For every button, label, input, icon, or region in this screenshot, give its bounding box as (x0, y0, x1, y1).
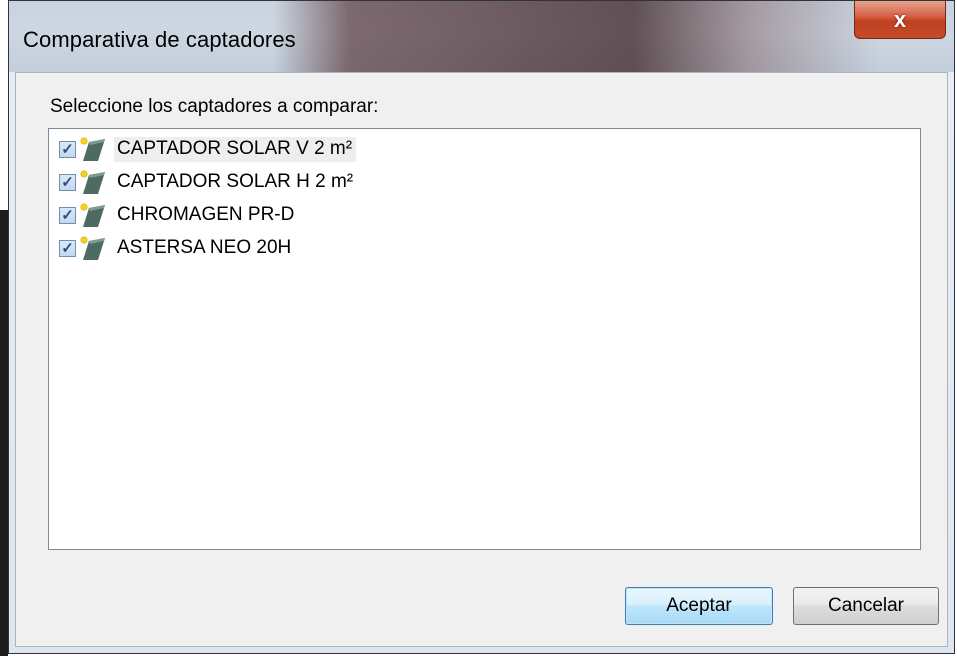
item-checkbox[interactable]: ✓ (59, 173, 76, 191)
item-label: ASTERSA NEO 20H (117, 236, 292, 258)
close-icon: x (893, 6, 907, 32)
list-item[interactable]: ✓ CHROMAGEN PR-D (59, 200, 919, 230)
window-title: Comparativa de captadores (23, 27, 296, 52)
dialog-body: Seleccione los captadores a comparar: ✓ … (15, 72, 948, 647)
collector-list[interactable]: ✓ CAPTADOR SOLAR V 2 m² ✓ CAPTADOR SOLAR… (48, 128, 921, 550)
check-icon: ✓ (61, 239, 74, 257)
item-label: CAPTADOR SOLAR H 2 m² (117, 170, 354, 192)
cancel-button[interactable]: Cancelar (793, 587, 939, 625)
comparison-dialog: Comparativa de captadores x Seleccione l… (8, 0, 955, 654)
title-bar[interactable]: Comparativa de captadores x (9, 1, 954, 72)
list-item[interactable]: ✓ CAPTADOR SOLAR H 2 m² (59, 167, 919, 197)
check-icon: ✓ (61, 206, 74, 224)
list-item[interactable]: ✓ CAPTADOR SOLAR V 2 m² (59, 134, 919, 164)
solar-panel-icon (78, 136, 106, 162)
background-window-edge (0, 210, 8, 656)
solar-panel-icon (78, 235, 106, 261)
solar-panel-icon (78, 202, 106, 228)
item-label: CHROMAGEN PR-D (117, 203, 295, 225)
check-icon: ✓ (61, 140, 74, 158)
accept-button[interactable]: Aceptar (625, 587, 773, 625)
solar-panel-icon (78, 169, 106, 195)
check-icon: ✓ (61, 173, 74, 191)
close-button[interactable]: x (854, 1, 946, 39)
item-label: CAPTADOR SOLAR V 2 m² (114, 136, 357, 162)
item-checkbox[interactable]: ✓ (59, 239, 76, 257)
item-checkbox[interactable]: ✓ (59, 140, 76, 158)
item-checkbox[interactable]: ✓ (59, 206, 76, 224)
selection-prompt: Seleccione los captadores a comparar: (50, 96, 379, 117)
list-item[interactable]: ✓ ASTERSA NEO 20H (59, 233, 919, 263)
